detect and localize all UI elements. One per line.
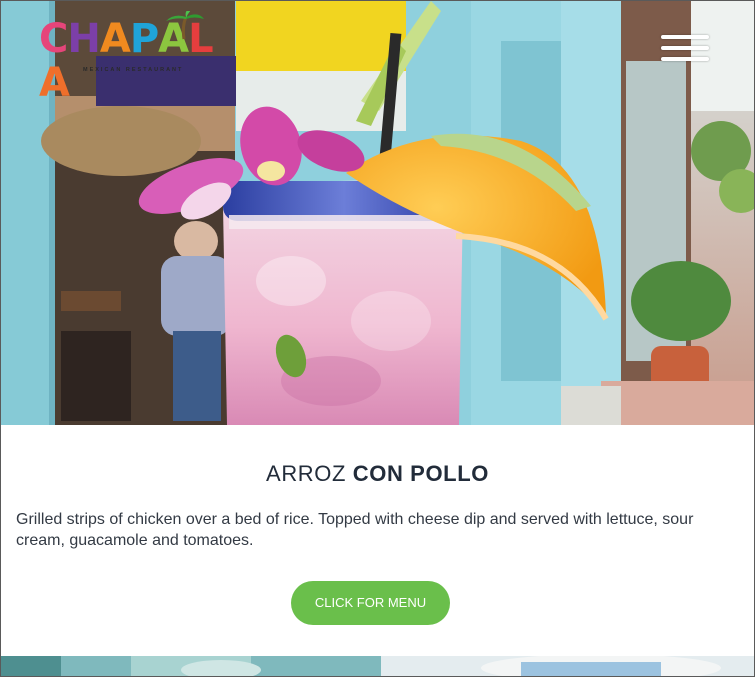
logo-letter: C	[39, 16, 68, 62]
logo-letter: A	[99, 16, 131, 62]
logo-letter: A	[39, 60, 70, 106]
next-section-image	[1, 656, 754, 676]
chapala-logo[interactable]: CHAPALA MEXICAN RESTAURANT	[39, 11, 229, 105]
logo-letter: P	[129, 16, 159, 62]
dish-title-light: ARROZ	[266, 461, 347, 486]
palm-tree-icon	[166, 11, 204, 40]
dish-title-bold: CON POLLO	[352, 461, 489, 486]
logo-tagline: MEXICAN RESTAURANT	[83, 67, 184, 73]
page-frame: CHAPALA MEXICAN RESTAURANT ARROZ CON POL…	[0, 0, 755, 677]
next-section-photo	[1, 656, 754, 676]
hero-image: CHAPALA MEXICAN RESTAURANT	[1, 1, 754, 425]
menu-toggle-button[interactable]	[661, 31, 711, 67]
dish-description: Grilled strips of chicken over a bed of …	[16, 511, 694, 549]
menu-button[interactable]: CLICK FOR MENU	[291, 581, 450, 625]
logo-letter: H	[67, 16, 100, 62]
dish-title: ARROZ CON POLLO	[1, 461, 754, 487]
dish-feature: ARROZ CON POLLO Grilled strips of chicke…	[1, 425, 754, 657]
